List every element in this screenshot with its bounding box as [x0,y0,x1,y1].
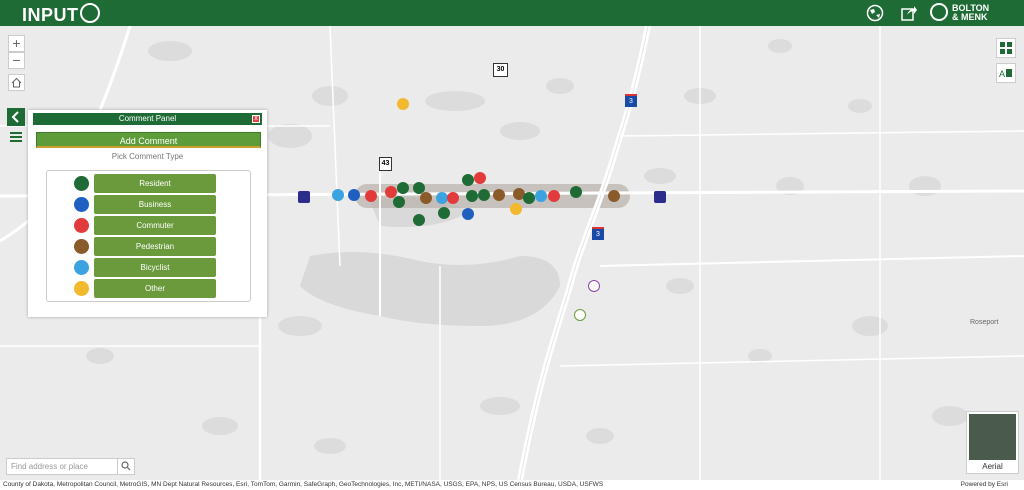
comment-type-bicyclist[interactable]: Bicyclist [47,258,252,278]
comment-type-resident[interactable]: Resident [47,174,252,194]
legend-button[interactable]: A [996,63,1016,83]
panel-title: Comment Panel [118,114,177,123]
interstate-shield: 3 [592,227,604,240]
chevron-left-icon [11,111,19,123]
resident-pin[interactable] [466,190,478,202]
resident-pin[interactable] [397,182,409,194]
commuter-button[interactable]: Commuter [94,216,216,235]
bicyclist-pin[interactable] [332,189,344,201]
comment-type-commuter[interactable]: Commuter [47,216,252,236]
resident-pin[interactable] [438,207,450,219]
zoom-out-button[interactable]: − [8,52,25,69]
grid-layers-icon [1000,42,1012,54]
home-button[interactable] [8,74,25,91]
house-icon [74,176,89,191]
layers-button[interactable] [996,38,1016,58]
menu-button[interactable] [8,130,24,144]
walker-icon [74,239,89,254]
resident-pin[interactable] [570,186,582,198]
map-attribution: County of Dakota, Metropolitan Council, … [0,480,1024,490]
search-placeholder: Find address or place [11,462,88,471]
resident-button[interactable]: Resident [94,174,216,193]
building-icon [74,197,89,212]
commuter-pin[interactable] [365,190,377,202]
share-icon[interactable] [900,4,918,22]
business-button[interactable]: Business [94,195,216,214]
commuter-pin[interactable] [548,190,560,202]
pedestrian-pin[interactable] [608,190,620,202]
legend-icon: A [999,69,1012,79]
comment-type-business[interactable]: Business [47,195,252,215]
road-shield: 43 [379,157,392,171]
resident-pin[interactable] [523,192,535,204]
home-icon [11,77,22,88]
speech-bubble-icon [74,281,89,296]
car-icon [74,218,89,233]
search-icon[interactable] [117,459,134,474]
app-logo: INPUT [22,3,100,26]
commuter-pin[interactable] [474,172,486,184]
map-poi [588,280,600,292]
collapse-panel-button[interactable] [7,108,25,126]
aerial-thumbnail [969,414,1016,460]
bicyclist-button[interactable]: Bicyclist [94,258,216,277]
pick-type-label: Pick Comment Type [111,152,184,161]
county-road-marker [298,191,310,203]
comment-panel: Comment Panel x Add Comment Pick Comment… [28,110,267,317]
other-button[interactable]: Other [94,279,216,298]
other-pin[interactable] [397,98,409,110]
commuter-pin[interactable] [447,192,459,204]
comment-type-other[interactable]: Other [47,279,252,299]
pedestrian-pin[interactable] [420,192,432,204]
basemap-label: Aerial [982,462,1003,471]
brand-line-2: & MENK [952,12,988,22]
other-pin[interactable] [510,203,522,215]
brand-mark-icon [930,3,948,21]
interstate-shield: 3 [625,94,637,107]
resident-pin[interactable] [393,196,405,208]
road-shield: 30 [493,63,508,77]
app-name: INPUT [22,5,79,25]
fingerprint-icon [79,3,100,23]
comment-type-pedestrian[interactable]: Pedestrian [47,237,252,257]
pedestrian-pin[interactable] [493,189,505,201]
zoom-in-button[interactable]: + [8,35,25,52]
close-icon[interactable]: x [252,115,260,123]
add-comment-button[interactable]: Add Comment [36,132,261,148]
powered-by[interactable]: Powered by Esri [961,480,1008,490]
basemap-toggle[interactable]: Aerial [966,411,1019,474]
attribution-text: County of Dakota, Metropolitan Council, … [3,481,604,488]
bicyclist-pin[interactable] [535,190,547,202]
place-label: Roseport [970,319,999,326]
resident-pin[interactable] [413,214,425,226]
business-pin[interactable] [348,189,360,201]
resident-pin[interactable] [462,174,474,186]
svg-text:A: A [999,69,1005,79]
comment-panel-header: Comment Panel x [33,113,262,125]
pedestrian-button[interactable]: Pedestrian [94,237,216,256]
address-search[interactable]: Find address or place [6,458,135,475]
comment-type-list: Resident Business Commuter Pedestrian Bi… [46,170,251,302]
business-pin[interactable] [462,208,474,220]
top-bar: INPUT BOLTON & MENK [0,0,1024,26]
county-road-marker [654,191,666,203]
globe-icon[interactable] [866,4,884,22]
resident-pin[interactable] [478,189,490,201]
bicycle-icon [74,260,89,275]
hamburger-icon [10,132,22,142]
map-poi [574,309,586,321]
